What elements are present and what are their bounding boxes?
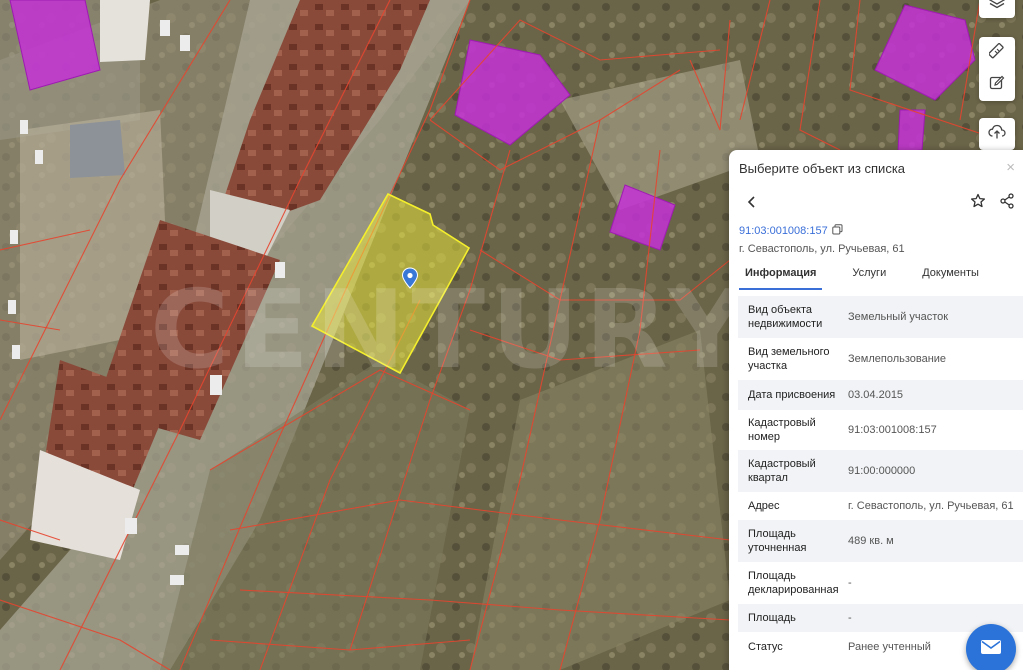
info-value: - bbox=[848, 612, 852, 624]
info-key: Статус bbox=[748, 641, 783, 653]
tab-documents[interactable]: Документы bbox=[916, 264, 985, 290]
info-row: Вид объекта недвижимости Земельный участ… bbox=[738, 296, 1023, 338]
cadastral-number-text: 91:03:001008:157 bbox=[739, 225, 828, 237]
back-button[interactable] bbox=[745, 194, 759, 210]
contact-button[interactable] bbox=[966, 624, 1016, 670]
info-key: Дата присвоения bbox=[748, 389, 836, 401]
map-pin-icon[interactable] bbox=[401, 267, 419, 289]
info-value: 91:00:000000 bbox=[848, 465, 916, 477]
copy-icon[interactable] bbox=[832, 224, 843, 238]
panel-title: Выберите объект из списка bbox=[739, 161, 906, 176]
info-key: Вид земельного участка bbox=[748, 346, 830, 372]
favorite-button[interactable] bbox=[970, 193, 986, 209]
tab-services[interactable]: Услуги bbox=[846, 264, 892, 290]
star-icon bbox=[970, 193, 986, 213]
info-value: - bbox=[848, 577, 852, 589]
info-row: Кадастровый номер 91:03:001008:157 bbox=[738, 410, 1023, 450]
edit-icon bbox=[989, 75, 1005, 96]
share-icon bbox=[999, 193, 1015, 213]
info-value: 91:03:001008:157 bbox=[848, 424, 937, 436]
info-value: г. Севастополь, ул. Ручьевая, 61 bbox=[848, 500, 1014, 512]
info-value: Ранее учтенный bbox=[848, 641, 931, 653]
tab-information[interactable]: Информация bbox=[739, 264, 823, 290]
info-key: Площадь декларированная bbox=[748, 570, 839, 596]
info-key: Кадастровый номер bbox=[748, 417, 816, 443]
drawing-toolbar bbox=[979, 37, 1015, 101]
info-key: Кадастровый квартал bbox=[748, 458, 816, 484]
info-value: Землепользование bbox=[848, 353, 947, 365]
info-key: Площадь bbox=[748, 612, 796, 624]
measure-button[interactable] bbox=[979, 37, 1015, 69]
info-table: Вид объекта недвижимости Земельный участ… bbox=[738, 296, 1023, 662]
info-row: Адрес г. Севастополь, ул. Ручьевая, 61 bbox=[738, 492, 1023, 520]
layers-toolbar bbox=[979, 0, 1015, 18]
info-row: Кадастровый квартал 91:00:000000 bbox=[738, 450, 1023, 492]
info-row: Дата присвоения 03.04.2015 bbox=[738, 380, 1023, 410]
back-arrow-icon bbox=[745, 196, 759, 214]
info-row: Площадь декларированная - bbox=[738, 562, 1023, 604]
upload-toolbar bbox=[979, 118, 1015, 150]
layers-button[interactable] bbox=[979, 0, 1015, 18]
upload-icon bbox=[988, 124, 1006, 145]
info-row: Вид земельного участка Землепользование bbox=[738, 338, 1023, 380]
panel-tabs: Информация Услуги Документы bbox=[739, 264, 1009, 290]
close-icon[interactable]: × bbox=[1006, 160, 1015, 175]
info-key: Площадь уточненная bbox=[748, 528, 807, 554]
info-value: 03.04.2015 bbox=[848, 389, 904, 401]
upload-button[interactable] bbox=[979, 118, 1015, 150]
mail-icon bbox=[980, 639, 1002, 660]
ruler-icon bbox=[988, 42, 1005, 64]
cadastral-number-link[interactable]: 91:03:001008:157 bbox=[739, 224, 843, 238]
info-value: 489 кв. м bbox=[848, 535, 894, 547]
object-address: г. Севастополь, ул. Ручьевая, 61 bbox=[739, 243, 905, 255]
share-button[interactable] bbox=[999, 193, 1015, 209]
info-row: Площадь уточненная 489 кв. м bbox=[738, 520, 1023, 562]
layers-icon bbox=[989, 0, 1005, 14]
info-key: Вид объекта недвижимости bbox=[748, 304, 823, 330]
edit-button[interactable] bbox=[979, 69, 1015, 101]
object-info-panel: Выберите объект из списка × 91:03:001008… bbox=[729, 150, 1023, 670]
info-key: Адрес bbox=[748, 500, 780, 512]
info-value: Земельный участок bbox=[848, 311, 949, 323]
